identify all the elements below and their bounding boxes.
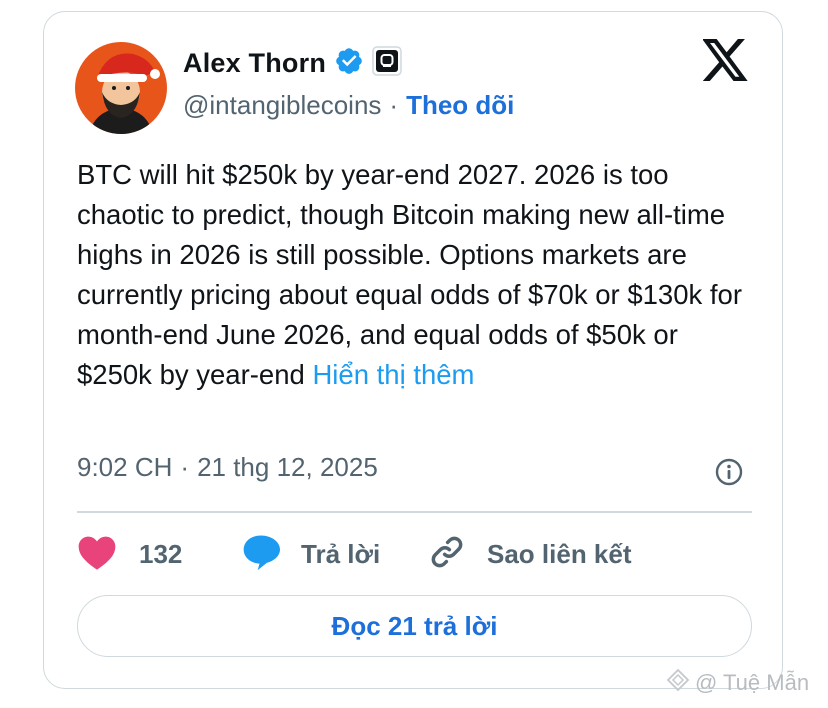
separator-dot: · <box>389 89 399 120</box>
watermark-text: @ Tuệ Mẫn <box>695 670 810 695</box>
read-replies-button[interactable]: Đọc 21 trả lời <box>77 595 752 657</box>
tweet-actions: 132 Trả lời Sao liên kết <box>77 532 752 576</box>
affiliate-badge-icon[interactable] <box>372 45 402 81</box>
tweet-timestamp[interactable]: 9:02 CH · 21 thg 12, 2025 <box>77 452 378 483</box>
read-replies-label: Đọc 21 trả lời <box>331 610 498 641</box>
tweet-text: BTC will hit $250k by year-end 2027. 202… <box>77 155 757 395</box>
info-icon[interactable] <box>714 457 744 487</box>
avatar-image <box>75 42 167 134</box>
tweet-body: BTC will hit $250k by year-end 2027. 202… <box>77 159 742 390</box>
author-name[interactable]: Alex Thorn <box>183 48 326 79</box>
show-more-link[interactable]: Hiển thị thêm <box>312 359 474 390</box>
heart-icon <box>77 533 117 576</box>
diamond-logo-icon <box>666 668 690 698</box>
author-handle-row: @intangiblecoins · Theo dõi <box>183 88 514 122</box>
copy-link-label: Sao liên kết <box>487 538 632 569</box>
reply-button[interactable]: Trả lời <box>241 532 380 576</box>
like-button[interactable]: 132 <box>77 532 182 576</box>
timestamp-separator: · <box>180 452 190 482</box>
author-handle[interactable]: @intangiblecoins <box>183 90 381 121</box>
tweet-time: 9:02 CH <box>77 452 173 482</box>
follow-button[interactable]: Theo dõi <box>406 90 514 121</box>
author-name-row: Alex Thorn <box>183 45 402 81</box>
divider <box>77 511 752 513</box>
reply-label: Trả lời <box>301 538 381 569</box>
speech-bubble-icon <box>241 533 281 576</box>
like-count: 132 <box>139 538 183 569</box>
copy-link-button[interactable]: Sao liên kết <box>427 532 632 576</box>
avatar[interactable] <box>75 42 167 134</box>
tweet-date: 21 thg 12, 2025 <box>197 452 378 482</box>
link-icon <box>427 533 467 576</box>
x-logo-icon[interactable] <box>702 39 749 81</box>
verified-badge-icon <box>334 46 364 81</box>
watermark: @ Tuệ Mẫn <box>666 668 809 698</box>
